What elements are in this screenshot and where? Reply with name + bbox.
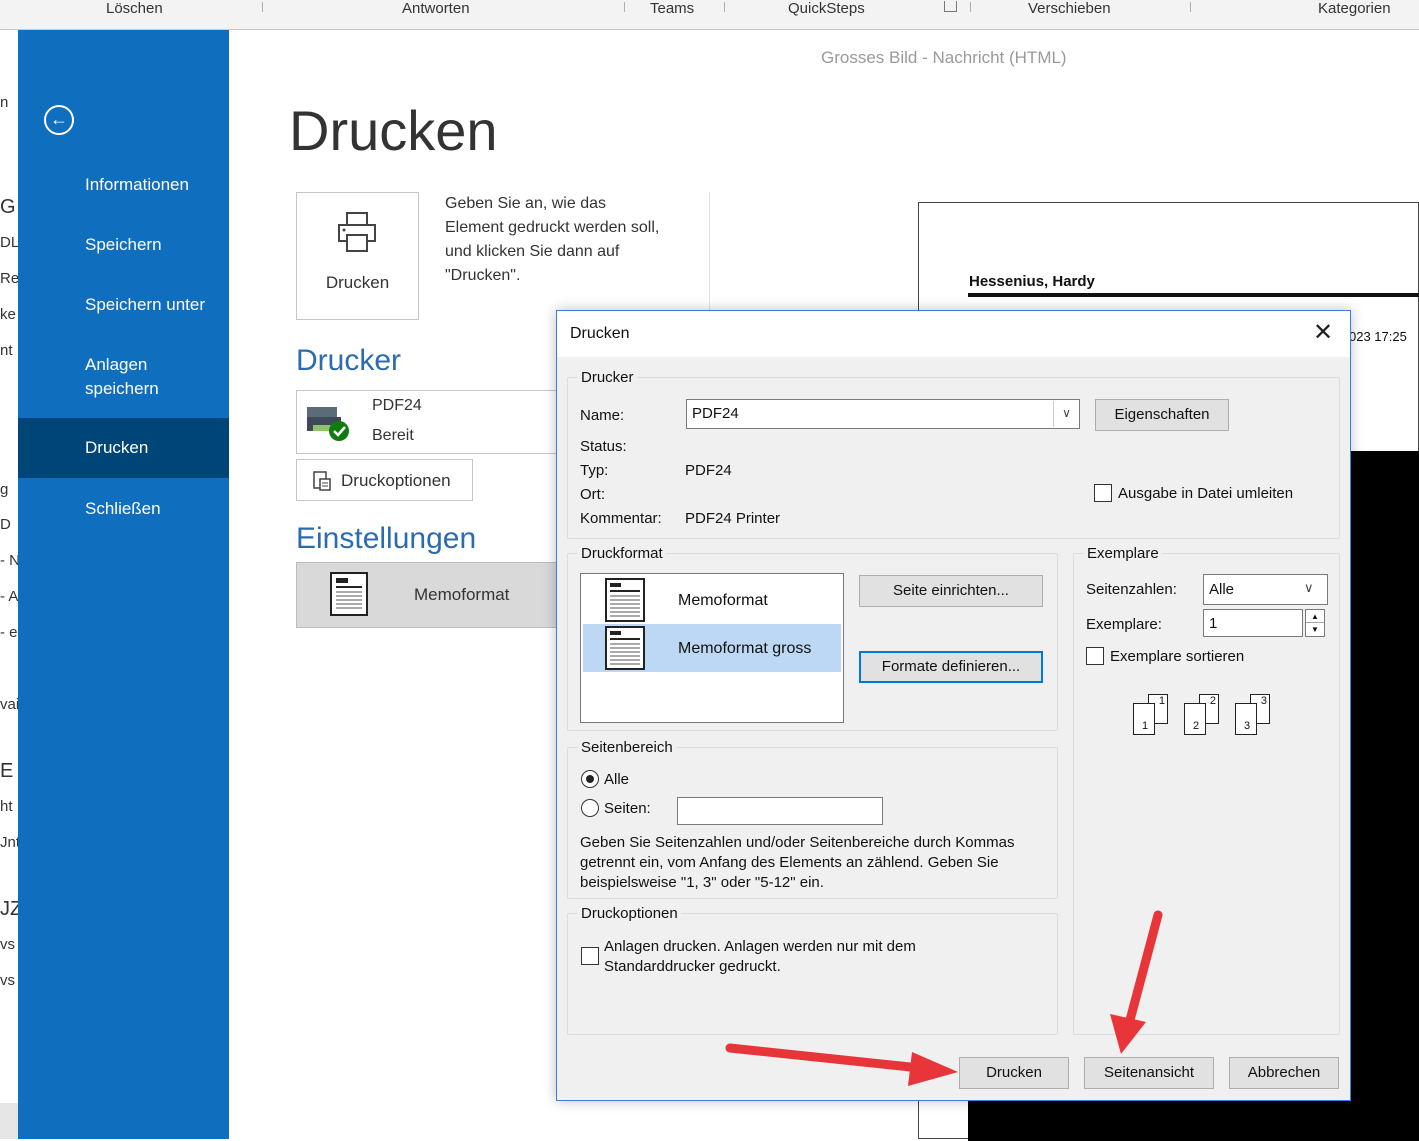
annotation-arrow-print [725, 1043, 958, 1086]
annotation-arrows [725, 910, 1163, 1086]
annotation-arrow-preview [1110, 910, 1163, 1054]
